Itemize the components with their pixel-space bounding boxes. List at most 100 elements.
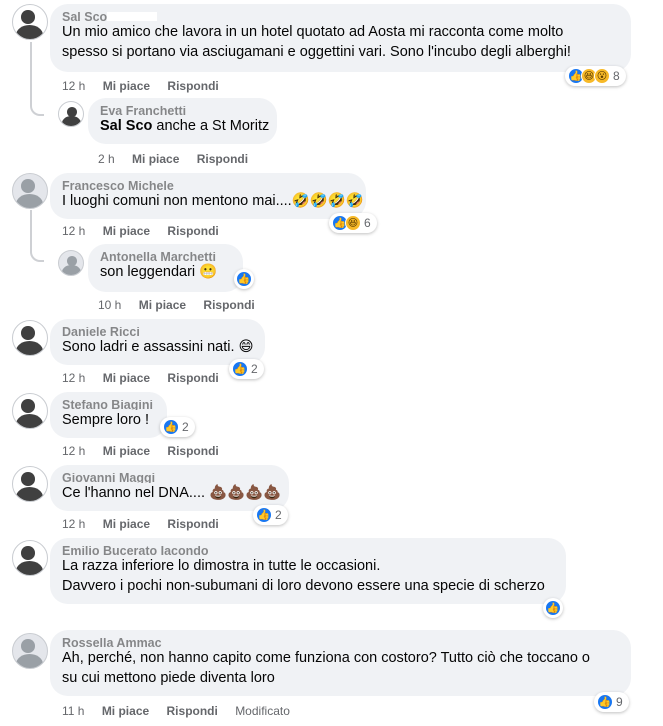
reply-comment: Eva Franchetti Sal Sco anche a St Moritz… [0, 96, 663, 168]
like-button[interactable]: Mi piace [103, 444, 150, 458]
reply-button[interactable]: Rispondi [167, 704, 218, 718]
comment: Rossella Ammac Ah, perché, non hanno cap… [0, 628, 663, 726]
comment: Emilio Bucerato Iacondo La razza inferio… [0, 536, 663, 628]
comment-bubble: Antonella Marchetti son leggendari 😬 [88, 244, 243, 292]
comment-actions: 12 h Mi piace Rispondi [62, 371, 233, 385]
avatar[interactable] [12, 633, 48, 669]
author-name[interactable]: Antonella Marchetti [100, 252, 231, 262]
comment-actions: 11 h Mi piace Rispondi Modificato [62, 704, 304, 718]
comment-text-line: spesso si portano via asciugamani e ogge… [62, 44, 571, 60]
author-name[interactable]: Giovanni Maggi [62, 473, 277, 483]
comment: Francesco Michele I luoghi comuni non me… [0, 170, 663, 240]
comment-text: I luoghi comuni non mentono mai....🤣🤣🤣🤣 [62, 193, 364, 209]
timestamp[interactable]: 12 h [62, 517, 85, 531]
reply-comment: Antonella Marchetti son leggendari 😬 👍 1… [0, 240, 663, 314]
reactions-summary[interactable]: 👍 2 [160, 417, 195, 437]
like-button[interactable]: Mi piace [139, 298, 186, 312]
thumbs-up-icon: 👍 [545, 600, 561, 616]
reaction-count: 6 [364, 216, 371, 230]
comment-text: Sal Sco anche a St Moritz [100, 118, 270, 134]
reactions-summary[interactable]: 👍 9 [594, 692, 629, 712]
comment-bubble: Daniele Ricci Sono ladri e assassini nat… [50, 319, 265, 365]
timestamp[interactable]: 2 h [98, 152, 115, 166]
comment-actions: 12 h Mi piace Rispondi [62, 444, 233, 458]
reactions-summary[interactable]: 👍 2 [229, 359, 264, 379]
reactions-summary[interactable]: 👍 [234, 269, 254, 289]
like-button[interactable]: Mi piace [132, 152, 179, 166]
like-button[interactable]: Mi piace [103, 79, 150, 93]
avatar[interactable] [58, 250, 84, 276]
comment-bubble: Stefano Biagini Sempre loro ! [50, 392, 167, 438]
avatar[interactable] [12, 540, 48, 576]
comment-actions: 12 h Mi piace Rispondi [62, 79, 233, 93]
reply-button[interactable]: Rispondi [197, 152, 248, 166]
reaction-count: 8 [613, 69, 620, 83]
comment-text: Sempre loro ! [62, 412, 150, 428]
reaction-count: 2 [182, 420, 189, 434]
timestamp[interactable]: 11 h [62, 704, 84, 718]
reactions-summary[interactable]: 👍 [543, 598, 563, 618]
reply-button[interactable]: Rispondi [167, 79, 218, 93]
author-name[interactable]: Eva Franchetti [100, 106, 265, 116]
avatar[interactable] [12, 4, 48, 40]
author-name[interactable]: Rossella Ammac [62, 638, 619, 648]
author-name[interactable]: Emilio Bucerato Iacondo [62, 546, 554, 556]
reaction-count: 9 [616, 695, 623, 709]
thumbs-up-icon: 👍 [597, 694, 613, 710]
avatar[interactable] [12, 393, 48, 429]
comment-bubble: Emilio Bucerato Iacondo La razza inferio… [50, 538, 566, 604]
timestamp[interactable]: 10 h [98, 298, 121, 312]
reply-button[interactable]: Rispondi [167, 444, 218, 458]
avatar[interactable] [58, 101, 84, 127]
comment-text-line: su cui mettono piede diventa loro [62, 670, 275, 686]
edited-label: Modificato [235, 704, 290, 718]
comment-text-line: Davvero i pochi non-subumani di loro dev… [62, 578, 545, 594]
like-button[interactable]: Mi piace [103, 224, 150, 238]
reactions-summary[interactable]: 👍 2 [253, 505, 288, 525]
reaction-count: 2 [275, 508, 282, 522]
timestamp[interactable]: 12 h [62, 79, 85, 93]
avatar[interactable] [12, 173, 48, 209]
reply-button[interactable]: Rispondi [167, 371, 218, 385]
like-button[interactable]: Mi piace [103, 517, 150, 531]
thumbs-up-icon: 👍 [163, 419, 179, 435]
avatar[interactable] [12, 320, 48, 356]
reactions-summary[interactable]: 👍 😆 6 [329, 213, 377, 233]
comment-text: Sono ladri e assassini nati. 😄 [62, 339, 254, 355]
comment: Giovanni Maggi Ce l'hanno nel DNA.... 💩💩… [0, 462, 663, 534]
comment: Daniele Ricci Sono ladri e assassini nat… [0, 315, 663, 387]
comment-actions: 2 h Mi piace Rispondi [98, 152, 262, 166]
avatar[interactable] [12, 466, 48, 502]
comment-bubble: Francesco Michele I luoghi comuni non me… [50, 173, 366, 219]
author-name[interactable]: Sal Sco [62, 12, 619, 22]
timestamp[interactable]: 12 h [62, 444, 85, 458]
comment-text: son leggendari 😬 [100, 264, 218, 280]
like-button[interactable]: Mi piace [103, 371, 150, 385]
comment: Stefano Biagini Sempre loro ! 👍 2 12 h M… [0, 388, 663, 460]
comment-bubble: Eva Franchetti Sal Sco anche a St Moritz [88, 98, 277, 144]
author-name[interactable]: Stefano Biagini [62, 400, 155, 410]
mention-link[interactable]: Sal Sco [100, 118, 152, 134]
comment-text: Ce l'hanno nel DNA.... 💩💩💩💩 [62, 485, 282, 501]
reactions-summary[interactable]: 👍 😆 😮 8 [565, 66, 626, 86]
comment-text-line: Ah, perché, non hanno capito come funzio… [62, 650, 590, 666]
comment-actions: 12 h Mi piace Rispondi [62, 224, 233, 238]
comment-bubble: Sal Sco Un mio amico che lavora in un ho… [50, 4, 631, 72]
timestamp[interactable]: 12 h [62, 224, 85, 238]
thumbs-up-icon: 👍 [232, 361, 248, 377]
author-name[interactable]: Daniele Ricci [62, 327, 253, 337]
author-name[interactable]: Francesco Michele [62, 181, 354, 191]
reply-button[interactable]: Rispondi [167, 224, 218, 238]
laughing-face-icon: 😆 [345, 215, 361, 231]
reaction-count: 2 [251, 362, 258, 376]
timestamp[interactable]: 12 h [62, 371, 85, 385]
reply-button[interactable]: Rispondi [203, 298, 254, 312]
comment-actions: 10 h Mi piace Rispondi [98, 298, 269, 312]
comment: Sal Sco Un mio amico che lavora in un ho… [0, 0, 663, 95]
like-button[interactable]: Mi piace [102, 704, 149, 718]
comment-text-line: Un mio amico che lavora in un hotel quot… [62, 24, 564, 40]
reply-button[interactable]: Rispondi [167, 517, 218, 531]
comment-text-line: La razza inferiore lo dimostra in tutte … [62, 558, 381, 574]
comment-bubble: Rossella Ammac Ah, perché, non hanno cap… [50, 630, 631, 696]
comment-bubble: Giovanni Maggi Ce l'hanno nel DNA.... 💩💩… [50, 465, 289, 511]
